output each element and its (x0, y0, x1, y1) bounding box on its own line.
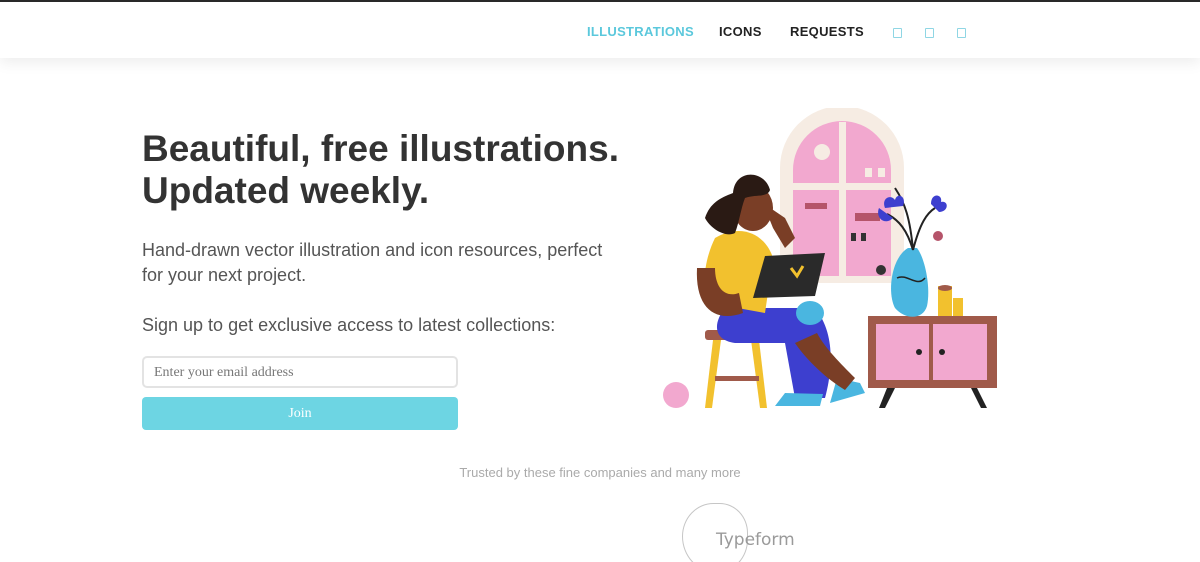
typeform-logo: Typeform (716, 530, 795, 550)
signup-prompt: Sign up to get exclusive access to lates… (142, 315, 556, 335)
ball-illustration (663, 382, 689, 408)
hero-subtext: Hand-drawn vector illustration and icon … (142, 240, 603, 285)
hero-headline: Beautiful, free illustrations. Updated w… (142, 128, 622, 212)
nav-icons-link[interactable]: ICONS (719, 24, 762, 39)
join-button[interactable]: Join (142, 397, 458, 430)
dribbble-icon[interactable] (957, 28, 966, 38)
instagram-icon[interactable] (925, 28, 934, 38)
nav-requests-link[interactable]: REQUESTS (790, 24, 864, 39)
nav-illustrations-link[interactable]: ILLUSTRATIONS (587, 24, 694, 39)
cabinet-illustration (868, 316, 997, 408)
headline-line-1: Beautiful, free illustrations. (142, 128, 619, 169)
headline-line-2: Updated weekly. (142, 170, 430, 211)
navbar: ILLUSTRATIONS ICONS REQUESTS (0, 2, 1200, 58)
hero-illustration (663, 108, 997, 408)
trusted-by-text: Trusted by these fine companies and many… (459, 465, 741, 480)
email-input[interactable] (142, 356, 458, 388)
twitter-icon[interactable] (893, 28, 902, 38)
